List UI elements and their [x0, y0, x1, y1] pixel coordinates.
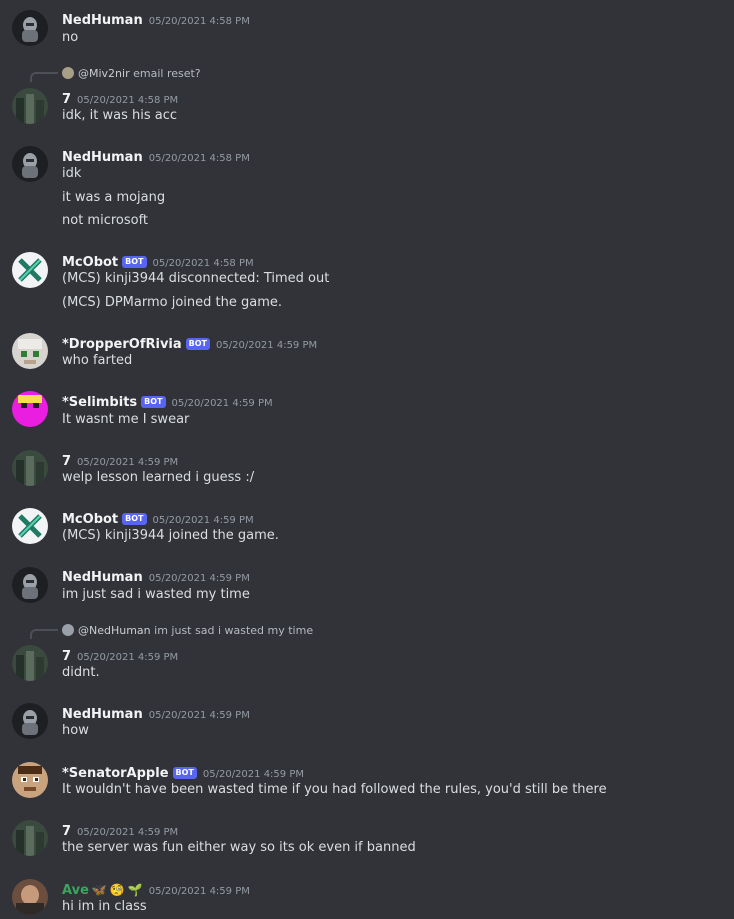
message-text: im just sad i wasted my time: [62, 587, 250, 602]
message-text: It wouldn't have been wasted time if you…: [62, 782, 607, 797]
message-text: welp lesson learned i guess :/: [62, 470, 255, 485]
username[interactable]: *Selimbits: [62, 395, 137, 410]
bot-badge: BOT: [122, 256, 147, 268]
username[interactable]: 7: [62, 92, 71, 107]
timestamp: 05/20/2021 4:59 PM: [148, 573, 250, 584]
message-text: hi im in class: [62, 899, 147, 914]
reply-preview[interactable]: @Miv2nir email reset?: [62, 67, 201, 80]
message-text: didnt.: [62, 665, 100, 680]
reply-avatar-icon: [62, 67, 74, 79]
message-text: idk: [62, 166, 82, 181]
avatar[interactable]: [12, 645, 48, 681]
timestamp: 05/20/2021 4:58 PM: [148, 153, 250, 164]
timestamp: 05/20/2021 4:59 PM: [216, 340, 318, 351]
avatar[interactable]: [12, 450, 48, 486]
message-text: it was a mojang: [62, 190, 166, 205]
avatar[interactable]: [12, 10, 48, 46]
timestamp: 05/20/2021 4:59 PM: [152, 515, 254, 526]
avatar[interactable]: [12, 508, 48, 544]
plant-icon: 🌱: [127, 883, 143, 897]
reply-spine: [30, 72, 58, 82]
message-text: who farted: [62, 353, 133, 368]
avatar[interactable]: [12, 567, 48, 603]
reply-username[interactable]: @NedHuman: [78, 624, 151, 637]
timestamp: 05/20/2021 4:59 PM: [148, 886, 250, 897]
reply-text: email reset?: [133, 67, 201, 80]
reply-text: im just sad i wasted my time: [154, 624, 314, 637]
reply-username[interactable]: @Miv2nir: [78, 67, 130, 80]
avatar[interactable]: [12, 820, 48, 856]
timestamp: 05/20/2021 4:59 PM: [77, 652, 179, 663]
username[interactable]: 7: [62, 454, 71, 469]
username[interactable]: 7: [62, 649, 71, 664]
reply-preview[interactable]: @NedHuman im just sad i wasted my time: [62, 624, 313, 637]
message-text: no: [62, 30, 79, 45]
username[interactable]: Ave: [62, 883, 89, 898]
avatar[interactable]: [12, 879, 48, 915]
reply-spine: [30, 629, 58, 639]
avatar[interactable]: [12, 252, 48, 288]
butterfly-icon: 🦋: [91, 883, 107, 897]
avatar[interactable]: [12, 333, 48, 369]
timestamp: 05/20/2021 4:59 PM: [171, 398, 273, 409]
timestamp: 05/20/2021 4:59 PM: [77, 457, 179, 468]
face-icon: 🧐: [109, 883, 125, 897]
timestamp: 05/20/2021 4:59 PM: [77, 827, 179, 838]
username[interactable]: NedHuman: [62, 150, 143, 165]
username[interactable]: NedHuman: [62, 570, 143, 585]
message-text: (MCS) kinji3944 joined the game.: [62, 528, 279, 543]
username[interactable]: McObot: [62, 255, 118, 270]
message-text: (MCS) DPMarmo joined the game.: [62, 295, 282, 310]
avatar[interactable]: [12, 146, 48, 182]
message-text: how: [62, 723, 89, 738]
bot-badge: BOT: [172, 767, 197, 779]
message-text: It wasnt me I swear: [62, 412, 190, 427]
message-text: not microsoft: [62, 213, 149, 228]
timestamp: 05/20/2021 4:58 PM: [152, 258, 254, 269]
username[interactable]: *SenatorApple: [62, 766, 169, 781]
username[interactable]: NedHuman: [62, 13, 143, 28]
username[interactable]: 7: [62, 824, 71, 839]
timestamp: 05/20/2021 4:59 PM: [202, 769, 304, 780]
username[interactable]: McObot: [62, 512, 118, 527]
timestamp: 05/20/2021 4:58 PM: [148, 16, 250, 27]
bot-badge: BOT: [141, 396, 166, 408]
avatar[interactable]: [12, 391, 48, 427]
avatar[interactable]: [12, 762, 48, 798]
message-text: (MCS) kinji3944 disconnected: Timed out: [62, 271, 330, 286]
message-text: idk, it was his acc: [62, 108, 178, 123]
bot-badge: BOT: [185, 338, 211, 350]
username[interactable]: NedHuman: [62, 707, 143, 722]
avatar[interactable]: [12, 88, 48, 124]
message-text: the server was fun either way so its ok …: [62, 840, 416, 855]
timestamp: 05/20/2021 4:59 PM: [148, 710, 250, 721]
bot-badge: BOT: [122, 513, 147, 525]
timestamp: 05/20/2021 4:58 PM: [77, 95, 179, 106]
username[interactable]: *DropperOfRivia: [62, 337, 182, 352]
reply-avatar-icon: [62, 624, 74, 636]
avatar[interactable]: [12, 703, 48, 739]
